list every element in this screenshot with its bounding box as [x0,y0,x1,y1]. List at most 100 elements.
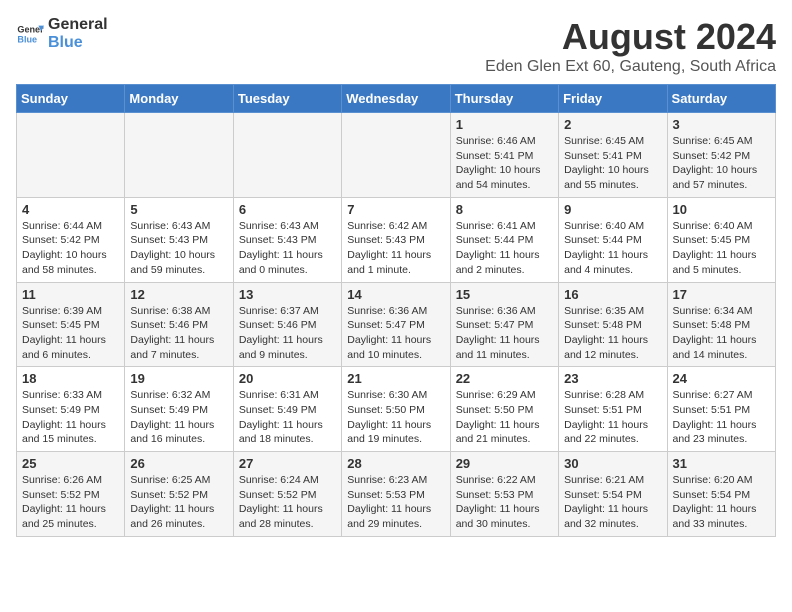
day-info: Sunrise: 6:26 AM Sunset: 5:52 PM Dayligh… [22,473,119,532]
day-number: 23 [564,371,661,386]
calendar-cell: 3Sunrise: 6:45 AM Sunset: 5:42 PM Daylig… [667,113,775,198]
day-info: Sunrise: 6:36 AM Sunset: 5:47 PM Dayligh… [456,304,553,363]
calendar-cell: 29Sunrise: 6:22 AM Sunset: 5:53 PM Dayli… [450,452,558,537]
calendar-cell [342,113,450,198]
day-info: Sunrise: 6:30 AM Sunset: 5:50 PM Dayligh… [347,388,444,447]
day-number: 3 [673,117,770,132]
header-day-saturday: Saturday [667,85,775,113]
day-number: 1 [456,117,553,132]
day-number: 4 [22,202,119,217]
calendar-cell: 23 Sunrise: 6:28 AM Sunset: 5:51 PM Dayli… [559,367,667,452]
calendar-cell: 19 Sunrise: 6:32 AM Sunset: 5:49 PM Dayli… [125,367,233,452]
day-info: Sunrise: 6:21 AM Sunset: 5:54 PM Dayligh… [564,473,661,532]
day-number: 14 [347,287,444,302]
calendar-cell: 28 Sunrise: 6:23 AM Sunset: 5:53 PM Dayli… [342,452,450,537]
day-info: Sunrise: 6:24 AM Sunset: 5:52 PM Dayligh… [239,473,336,532]
day-number: 13 [239,287,336,302]
day-info: Sunrise: 6:27 AM Sunset: 5:51 PM Dayligh… [673,388,770,447]
header-day-tuesday: Tuesday [233,85,341,113]
calendar-cell: 18 Sunrise: 6:33 AM Sunset: 5:49 PM Dayli… [17,367,125,452]
day-number: 25 [22,456,119,471]
calendar-cell: 20 Sunrise: 6:31 AM Sunset: 5:49 PM Dayli… [233,367,341,452]
calendar-cell: 13 Sunrise: 6:37 AM Sunset: 5:46 PM Dayli… [233,282,341,367]
day-info: Sunrise: 6:40 AM Sunset: 5:44 PM Dayligh… [564,219,661,278]
header-day-monday: Monday [125,85,233,113]
calendar-cell: 6Sunrise: 6:43 AM Sunset: 5:43 PM Daylig… [233,197,341,282]
calendar-cell: 5 Sunrise: 6:43 AM Sunset: 5:43 PM Daylig… [125,197,233,282]
logo-blue-text: Blue [48,34,108,52]
week-row-3: 11Sunrise: 6:39 AM Sunset: 5:45 PM Dayli… [17,282,776,367]
day-number: 19 [130,371,227,386]
day-number: 27 [239,456,336,471]
title-area: August 2024 Eden Glen Ext 60, Gauteng, S… [485,16,776,76]
day-number: 8 [456,202,553,217]
day-number: 2 [564,117,661,132]
week-row-1: 1 Sunrise: 6:46 AM Sunset: 5:41 PM Daylig… [17,113,776,198]
calendar-header-row: SundayMondayTuesdayWednesdayThursdayFrid… [17,85,776,113]
day-number: 20 [239,371,336,386]
calendar-cell: 12 Sunrise: 6:38 AM Sunset: 5:46 PM Dayli… [125,282,233,367]
calendar-cell: 15 Sunrise: 6:36 AM Sunset: 5:47 PM Dayli… [450,282,558,367]
day-number: 9 [564,202,661,217]
day-info: Sunrise: 6:29 AM Sunset: 5:50 PM Dayligh… [456,388,553,447]
day-info: Sunrise: 6:28 AM Sunset: 5:51 PM Dayligh… [564,388,661,447]
calendar-table: SundayMondayTuesdayWednesdayThursdayFrid… [16,84,776,537]
calendar-cell: 1 Sunrise: 6:46 AM Sunset: 5:41 PM Daylig… [450,113,558,198]
location-title: Eden Glen Ext 60, Gauteng, South Africa [485,58,776,76]
day-number: 10 [673,202,770,217]
header-day-thursday: Thursday [450,85,558,113]
calendar-cell: 22 Sunrise: 6:29 AM Sunset: 5:50 PM Dayli… [450,367,558,452]
day-number: 16 [564,287,661,302]
day-info: Sunrise: 6:42 AM Sunset: 5:43 PM Dayligh… [347,219,444,278]
day-number: 24 [673,371,770,386]
header-day-wednesday: Wednesday [342,85,450,113]
day-number: 17 [673,287,770,302]
day-number: 5 [130,202,227,217]
day-info: Sunrise: 6:34 AM Sunset: 5:48 PM Dayligh… [673,304,770,363]
day-info: Sunrise: 6:25 AM Sunset: 5:52 PM Dayligh… [130,473,227,532]
day-info: Sunrise: 6:33 AM Sunset: 5:49 PM Dayligh… [22,388,119,447]
calendar-cell: 9 Sunrise: 6:40 AM Sunset: 5:44 PM Daylig… [559,197,667,282]
day-number: 30 [564,456,661,471]
day-number: 15 [456,287,553,302]
calendar-cell: 10Sunrise: 6:40 AM Sunset: 5:45 PM Dayli… [667,197,775,282]
header-day-sunday: Sunday [17,85,125,113]
day-info: Sunrise: 6:32 AM Sunset: 5:49 PM Dayligh… [130,388,227,447]
day-number: 21 [347,371,444,386]
calendar-cell: 30 Sunrise: 6:21 AM Sunset: 5:54 PM Dayli… [559,452,667,537]
calendar-cell: 7 Sunrise: 6:42 AM Sunset: 5:43 PM Daylig… [342,197,450,282]
header-day-friday: Friday [559,85,667,113]
calendar-cell: 21 Sunrise: 6:30 AM Sunset: 5:50 PM Dayli… [342,367,450,452]
calendar-cell: 4 Sunrise: 6:44 AM Sunset: 5:42 PM Daylig… [17,197,125,282]
calendar-cell: 26Sunrise: 6:25 AM Sunset: 5:52 PM Dayli… [125,452,233,537]
day-number: 18 [22,371,119,386]
svg-text:Blue: Blue [17,34,37,44]
day-info: Sunrise: 6:38 AM Sunset: 5:46 PM Dayligh… [130,304,227,363]
calendar-cell [125,113,233,198]
day-number: 7 [347,202,444,217]
day-number: 12 [130,287,227,302]
calendar-cell: 25 Sunrise: 6:26 AM Sunset: 5:52 PM Dayli… [17,452,125,537]
calendar-cell: 8Sunrise: 6:41 AM Sunset: 5:44 PM Daylig… [450,197,558,282]
day-number: 28 [347,456,444,471]
day-info: Sunrise: 6:31 AM Sunset: 5:49 PM Dayligh… [239,388,336,447]
month-title: August 2024 [485,16,776,58]
calendar-cell: 16Sunrise: 6:35 AM Sunset: 5:48 PM Dayli… [559,282,667,367]
calendar-cell: 11Sunrise: 6:39 AM Sunset: 5:45 PM Dayli… [17,282,125,367]
calendar-cell: 27 Sunrise: 6:24 AM Sunset: 5:52 PM Dayli… [233,452,341,537]
calendar-cell: 31Sunrise: 6:20 AM Sunset: 5:54 PM Dayli… [667,452,775,537]
calendar-cell: 14Sunrise: 6:36 AM Sunset: 5:47 PM Dayli… [342,282,450,367]
day-info: Sunrise: 6:37 AM Sunset: 5:46 PM Dayligh… [239,304,336,363]
day-number: 22 [456,371,553,386]
day-number: 31 [673,456,770,471]
day-info: Sunrise: 6:43 AM Sunset: 5:43 PM Dayligh… [130,219,227,278]
calendar-cell [233,113,341,198]
day-info: Sunrise: 6:46 AM Sunset: 5:41 PM Dayligh… [456,134,553,193]
day-info: Sunrise: 6:23 AM Sunset: 5:53 PM Dayligh… [347,473,444,532]
logo: General Blue General Blue [16,16,108,51]
day-info: Sunrise: 6:44 AM Sunset: 5:42 PM Dayligh… [22,219,119,278]
day-info: Sunrise: 6:39 AM Sunset: 5:45 PM Dayligh… [22,304,119,363]
calendar-cell: 17 Sunrise: 6:34 AM Sunset: 5:48 PM Dayli… [667,282,775,367]
calendar-cell [17,113,125,198]
week-row-2: 4 Sunrise: 6:44 AM Sunset: 5:42 PM Daylig… [17,197,776,282]
